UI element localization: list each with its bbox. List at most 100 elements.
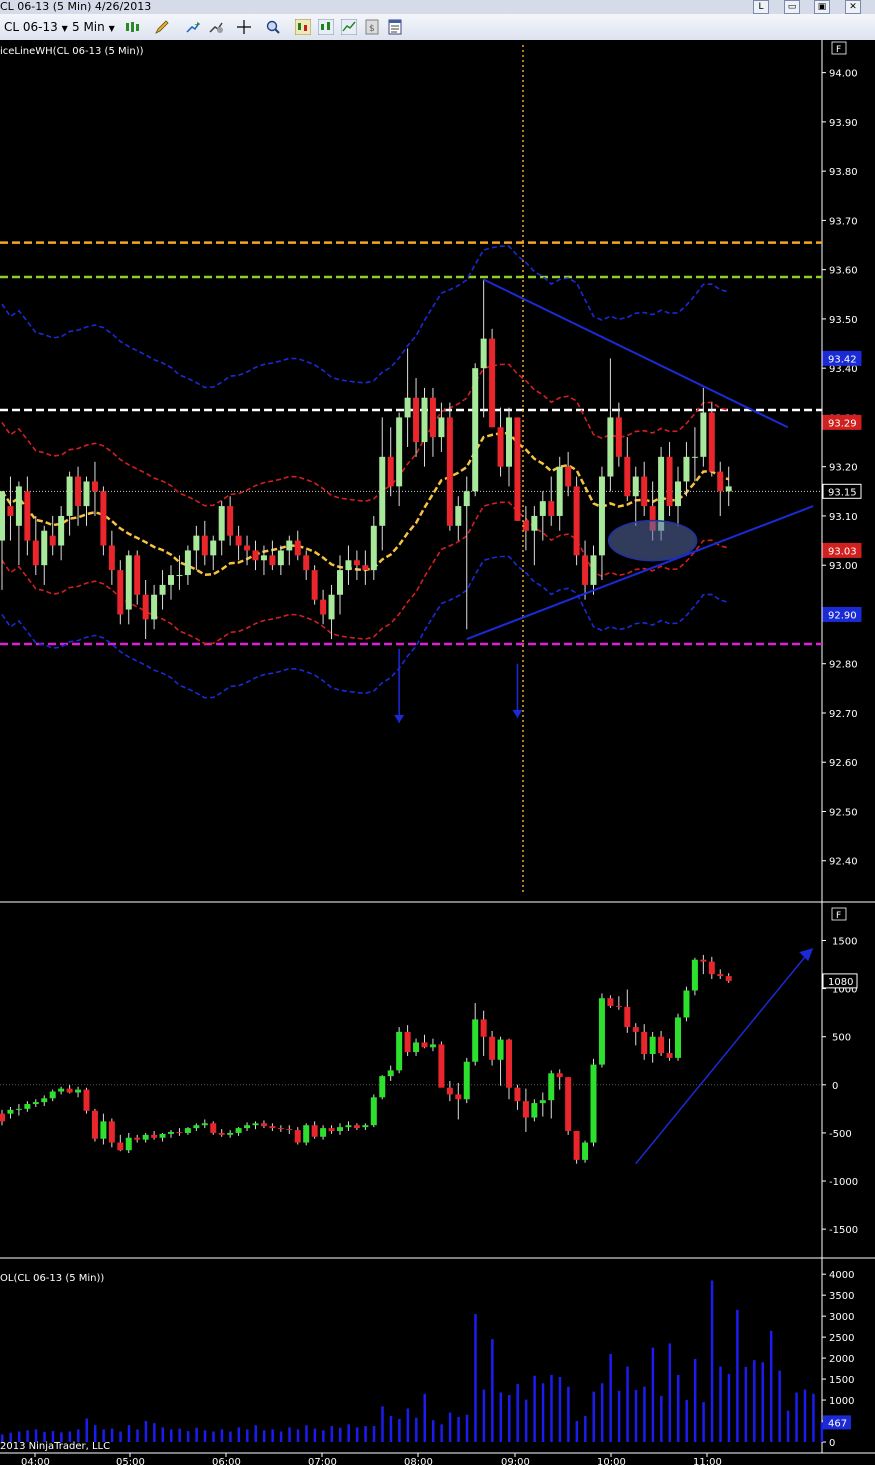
cumulative-candle	[345, 1125, 352, 1128]
volume-bar	[110, 1428, 114, 1442]
price-candle	[641, 476, 648, 507]
instrument-selector[interactable]: CL 06-13 ▼	[4, 18, 68, 36]
price-tick-label: 93.10	[829, 512, 858, 523]
cumulative-tick-label: -1500	[829, 1225, 858, 1236]
cumulative-candle	[624, 1006, 631, 1028]
cumulative-candle	[286, 1129, 293, 1131]
chevron-down-icon: ▼	[61, 24, 68, 33]
volume-bar	[347, 1424, 350, 1442]
cumulative-candle	[184, 1128, 191, 1133]
cumulative-candle	[337, 1127, 343, 1131]
cumulative-candle	[134, 1137, 141, 1140]
price-candle	[573, 486, 580, 556]
price-candle	[590, 555, 597, 585]
cumulative-candle	[531, 1103, 538, 1118]
volume-tick-label: 3000	[829, 1312, 854, 1323]
pencil-draw-icon[interactable]	[154, 19, 170, 35]
cumulative-candle	[159, 1133, 166, 1138]
chart-area[interactable]: iceLineWH(CL 06-13 (5 Min)) F 94.00 93.90…	[0, 40, 875, 1465]
price-candle	[75, 476, 82, 507]
cumulative-candle	[15, 1108, 22, 1110]
time-tick-label: 11:00	[693, 1457, 722, 1465]
volume-bar	[567, 1386, 570, 1442]
chart-style-line-icon[interactable]	[341, 19, 357, 35]
price-candle	[362, 565, 369, 571]
cumulative-candle	[522, 1101, 529, 1118]
bar-type-icon[interactable]	[124, 19, 140, 35]
cumulative-candle	[252, 1123, 259, 1126]
price-candle	[0, 491, 5, 541]
interval-selector[interactable]: 5 Min ▼	[72, 18, 115, 36]
volume-bar	[186, 1431, 190, 1442]
cumulative-candle	[506, 1039, 512, 1088]
volume-bar	[229, 1431, 232, 1442]
price-tick-label: 92.70	[829, 709, 858, 720]
volume-bar	[482, 1389, 486, 1442]
volume-bar	[677, 1374, 680, 1442]
price-candle	[446, 417, 453, 526]
price-candle	[708, 412, 715, 472]
price-candle	[421, 397, 428, 443]
chart-style-ohlc-icon[interactable]	[318, 19, 334, 35]
zoom-icon[interactable]	[265, 19, 281, 35]
cumulative-candle	[573, 1130, 580, 1160]
cumulative-candle	[91, 1110, 98, 1139]
minimize-button[interactable]: ▭	[784, 0, 800, 14]
volume-bar	[330, 1426, 334, 1442]
volume-bar	[254, 1425, 257, 1442]
crosshair-icon[interactable]	[236, 19, 252, 35]
volume-bar	[153, 1423, 156, 1442]
price-candle	[7, 506, 14, 516]
link-button[interactable]: L	[753, 0, 769, 14]
cumulative-candle	[168, 1131, 174, 1134]
price-candle	[497, 427, 504, 467]
price-candle	[370, 525, 377, 571]
volume-bar	[178, 1428, 181, 1442]
volume-bar	[643, 1386, 646, 1442]
volume-bar	[744, 1366, 748, 1442]
cumulative-candle	[32, 1102, 39, 1105]
volume-bar	[355, 1427, 359, 1442]
chevron-down-icon: ▼	[108, 24, 115, 33]
copyright-label: 2013 NinjaTrader, LLC	[0, 1441, 110, 1452]
price-tick-label: 93.00	[829, 561, 858, 572]
cumulative-candle	[379, 1076, 386, 1098]
volume-bar	[457, 1416, 460, 1442]
chart-style-candles-icon[interactable]	[295, 19, 311, 35]
cumulative-candle	[320, 1128, 327, 1137]
cumulative-panel-f-label: F	[836, 911, 841, 921]
cumulative-candle	[708, 961, 715, 975]
volume-bar	[195, 1427, 198, 1442]
close-button[interactable]: ✕	[845, 0, 861, 14]
data-box-icon[interactable]: $	[364, 19, 380, 35]
volume-bar	[626, 1366, 629, 1442]
volume-bar	[372, 1426, 376, 1442]
price-candle	[404, 397, 411, 418]
strategy-icon[interactable]	[208, 19, 224, 35]
price-candle	[91, 481, 98, 492]
volume-bar	[136, 1429, 139, 1442]
add-indicator-icon[interactable]: +	[185, 19, 201, 35]
price-candle	[725, 486, 732, 492]
price-candle	[58, 515, 65, 546]
price-candle	[260, 555, 267, 561]
cumulative-tick-label: -500	[829, 1129, 852, 1140]
cumulative-candle	[641, 1031, 648, 1055]
maximize-button[interactable]: ▣	[814, 0, 830, 14]
volume-bar	[761, 1362, 764, 1442]
volume-bar	[685, 1400, 688, 1442]
price-candle	[286, 540, 293, 551]
price-candle	[463, 491, 470, 507]
volume-bar	[541, 1383, 545, 1442]
cumulative-candle	[691, 959, 698, 991]
price-candle	[159, 584, 166, 595]
time-tick-label: 06:00	[212, 1457, 241, 1465]
volume-bar	[491, 1339, 494, 1442]
cumulative-candle	[497, 1039, 504, 1060]
volume-bar	[634, 1389, 638, 1442]
cumulative-candle	[565, 1077, 572, 1131]
volume-tick-label: 2500	[829, 1333, 854, 1344]
price-candle	[328, 594, 335, 620]
price-candle	[252, 550, 259, 561]
properties-icon[interactable]	[387, 19, 403, 35]
